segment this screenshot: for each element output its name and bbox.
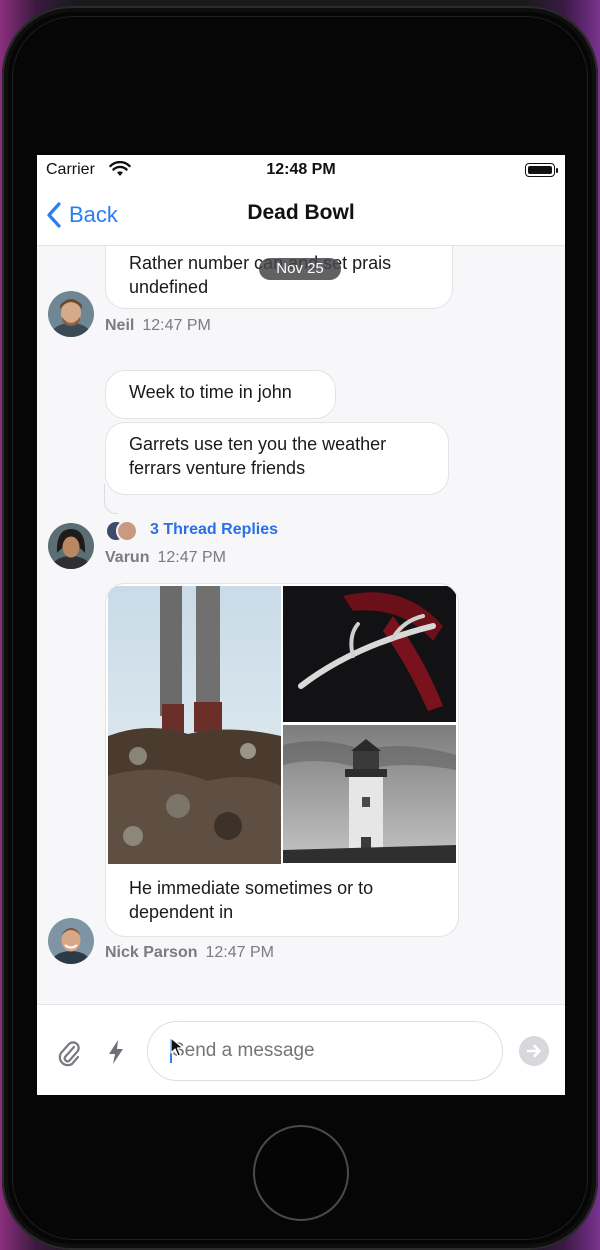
- avatar-image: [48, 918, 94, 964]
- date-separator: Nov 25: [259, 258, 341, 280]
- message-text: Garrets use ten you the weather ferrars …: [129, 434, 387, 478]
- message-bubble[interactable]: Garrets use ten you the weather ferrars …: [105, 422, 449, 495]
- mouse-cursor-icon: [170, 1037, 184, 1057]
- home-button[interactable]: [253, 1125, 349, 1221]
- status-bar: Carrier 12:48 PM: [37, 155, 565, 185]
- message-composer: [37, 1004, 565, 1095]
- message-meta: Varun 12:47 PM: [105, 549, 226, 567]
- message-meta: Nick Parson 12:47 PM: [105, 944, 274, 962]
- thread-participant-avatars: [105, 520, 141, 544]
- send-arrow-icon: [526, 1044, 541, 1058]
- channel-title: Dead Bowl: [247, 201, 355, 224]
- avatar[interactable]: [48, 291, 94, 337]
- gallery-image[interactable]: [283, 586, 456, 722]
- paperclip-icon[interactable]: [57, 1039, 81, 1067]
- avatar-image: [48, 291, 94, 337]
- lightning-icon[interactable]: [108, 1040, 124, 1064]
- message-list[interactable]: Rather number can and set prais undefine…: [37, 246, 565, 1004]
- message-time: 12:47 PM: [157, 549, 226, 566]
- message-input[interactable]: [147, 1021, 503, 1081]
- app-screen: Carrier 12:48 PM Back Dead Bowl Rather n…: [37, 155, 565, 1095]
- send-button[interactable]: [519, 1036, 549, 1066]
- avatar-image: [48, 523, 94, 569]
- gallery-image[interactable]: [108, 586, 281, 864]
- message-meta: Neil 12:47 PM: [105, 317, 211, 335]
- message-time: 12:47 PM: [142, 317, 211, 334]
- navigation-bar: Back Dead Bowl: [37, 185, 565, 246]
- avatar[interactable]: [48, 523, 94, 569]
- avatar[interactable]: [48, 918, 94, 964]
- image-gallery-message[interactable]: He immediate sometimes or to dependent i…: [105, 583, 459, 937]
- status-time: 12:48 PM: [266, 161, 336, 178]
- thread-replies-link[interactable]: 3 Thread Replies: [150, 521, 278, 539]
- author-name: Varun: [105, 549, 150, 566]
- thread-connector: [104, 484, 118, 514]
- author-name: Nick Parson: [105, 944, 198, 961]
- avatar: [116, 520, 138, 542]
- message-time: 12:47 PM: [205, 944, 274, 961]
- message-text: He immediate sometimes or to dependent i…: [129, 878, 374, 922]
- gallery-image[interactable]: [283, 725, 456, 863]
- battery-icon: [525, 163, 558, 177]
- message-text: Week to time in john: [129, 382, 292, 402]
- message-bubble[interactable]: Week to time in john: [105, 370, 336, 419]
- author-name: Neil: [105, 317, 135, 334]
